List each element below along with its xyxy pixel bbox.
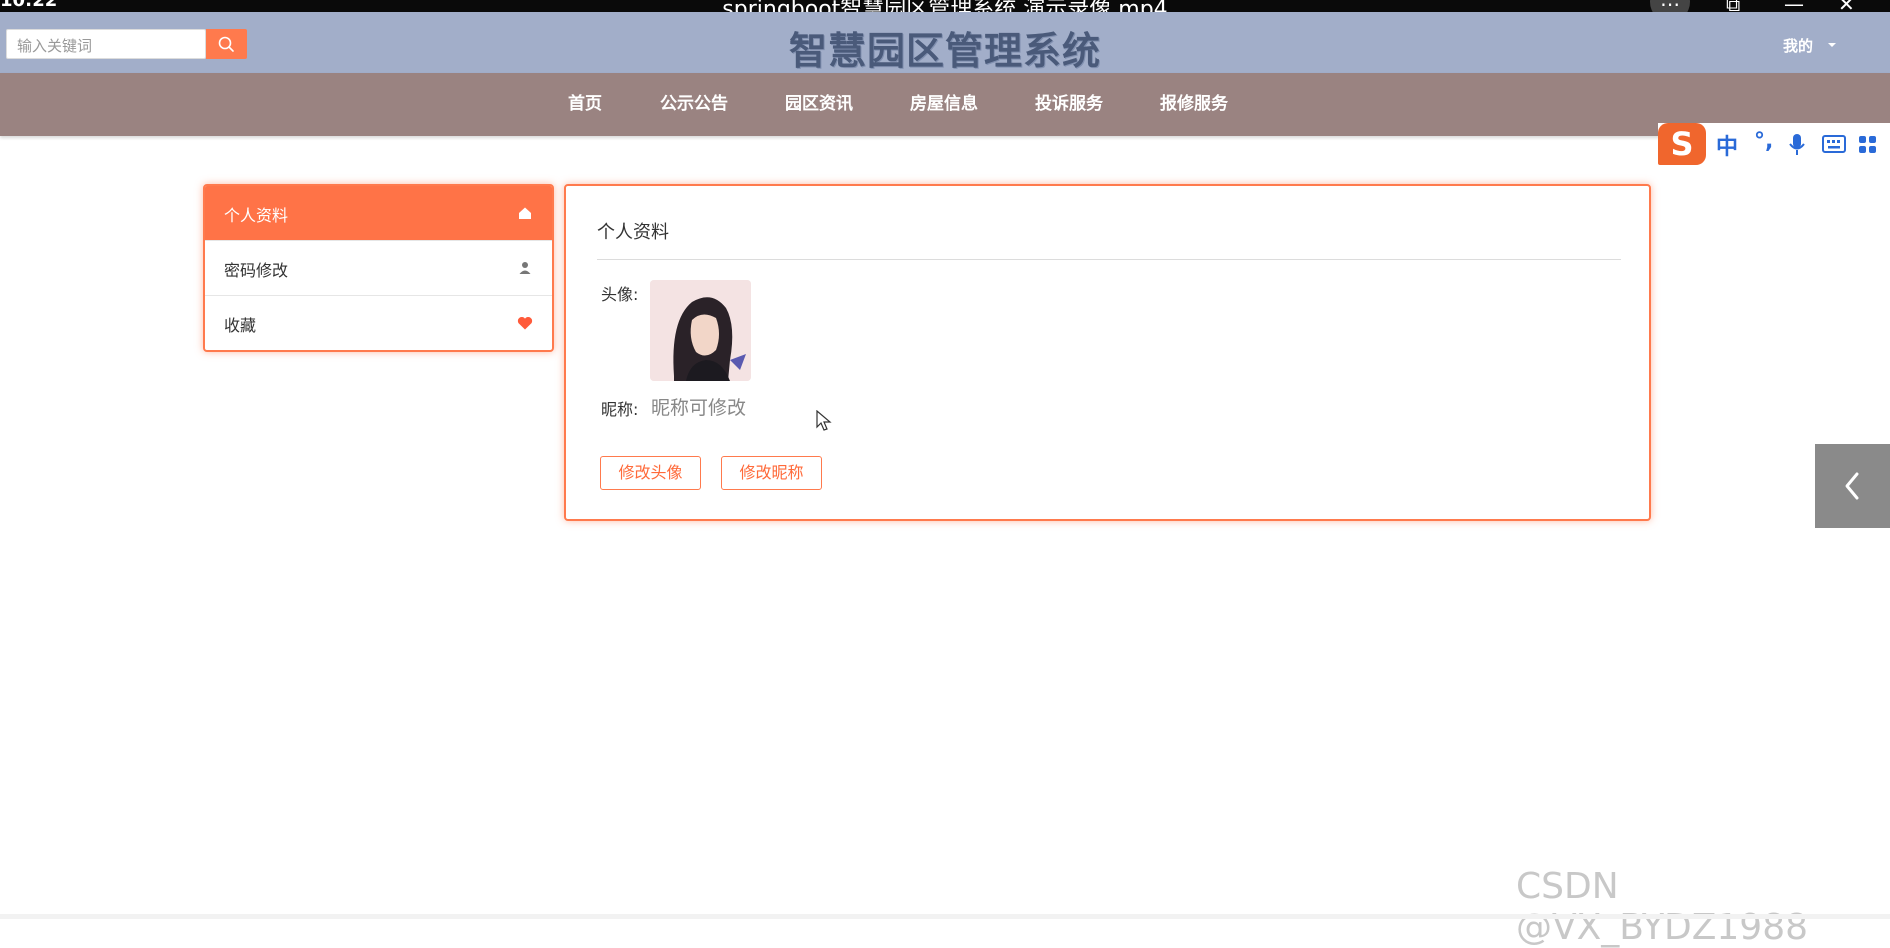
my-menu[interactable]: 我的 [1783, 35, 1813, 56]
bottom-border [0, 914, 1890, 919]
change-nickname-button[interactable]: 修改昵称 [721, 456, 822, 490]
sogou-logo-icon[interactable]: S [1658, 123, 1706, 165]
profile-panel: 个人资料 头像: 昵称: 昵称可修改 修改头像 修改昵称 [564, 184, 1651, 521]
sidebar-item-label: 收藏 [224, 316, 257, 335]
divider [597, 259, 1621, 260]
user-icon [519, 262, 531, 274]
nav-item-park-news[interactable]: 园区资讯 [785, 73, 853, 136]
ime-toolbar: S 中 °, [1658, 123, 1890, 165]
minimize-icon[interactable]: — [1784, 0, 1804, 12]
profile-sidebar: 个人资料 密码修改 收藏 [203, 184, 554, 352]
nav-item-announcements[interactable]: 公示公告 [660, 73, 728, 136]
nickname-value: 昵称可修改 [651, 397, 747, 419]
ime-punct[interactable]: °, [1754, 129, 1773, 154]
video-player-bar: 10:22 springboot智慧园区管理系统 演示录像.mp4 ⋯ ⧉ — … [0, 0, 1890, 12]
nickname-label: 昵称: [601, 400, 639, 419]
main-nav: 首页 公示公告 园区资讯 房屋信息 投诉服务 报修服务 [0, 73, 1890, 136]
ime-mode[interactable]: 中 [1716, 129, 1738, 161]
panel-title: 个人资料 [597, 222, 669, 243]
avatar-label: 头像: [601, 285, 639, 304]
mouse-cursor-icon [816, 410, 832, 431]
keyboard-icon[interactable] [1822, 135, 1846, 153]
video-title: springboot智慧园区管理系统 演示录像.mp4 [0, 0, 1890, 12]
chevron-left-icon [1845, 472, 1859, 500]
watermark: CSDN @VX_BYDZ1988 [1516, 866, 1809, 948]
nav-item-housing[interactable]: 房屋信息 [910, 73, 978, 136]
sidebar-item-password[interactable]: 密码修改 [205, 241, 552, 296]
nav-item-home[interactable]: 首页 [568, 73, 602, 136]
sidebar-item-favorites[interactable]: 收藏 [205, 296, 552, 350]
more-icon[interactable]: ⋯ [1660, 0, 1680, 12]
home-icon [519, 207, 531, 219]
change-avatar-button[interactable]: 修改头像 [600, 456, 701, 490]
avatar-image [650, 280, 751, 381]
microphone-icon[interactable] [1788, 133, 1806, 157]
nav-item-complaints[interactable]: 投诉服务 [1035, 73, 1103, 136]
sidebar-item-label: 密码修改 [224, 261, 289, 280]
chevron-down-icon[interactable] [1828, 43, 1836, 47]
nav-item-repairs[interactable]: 报修服务 [1160, 73, 1228, 136]
avatar [650, 280, 751, 381]
sidebar-item-profile[interactable]: 个人资料 [205, 186, 552, 241]
grid-menu-icon[interactable] [1858, 135, 1878, 155]
header: 输入关键词 智慧园区管理系统 我的 [0, 12, 1890, 73]
close-icon[interactable]: ✕ [1838, 0, 1855, 12]
site-title: 智慧园区管理系统 [788, 29, 1101, 73]
fullscreen-icon[interactable]: ⧉ [1726, 0, 1740, 12]
sidebar-item-label: 个人资料 [224, 206, 289, 225]
heart-icon [517, 316, 533, 330]
collapse-tab[interactable] [1815, 444, 1890, 528]
